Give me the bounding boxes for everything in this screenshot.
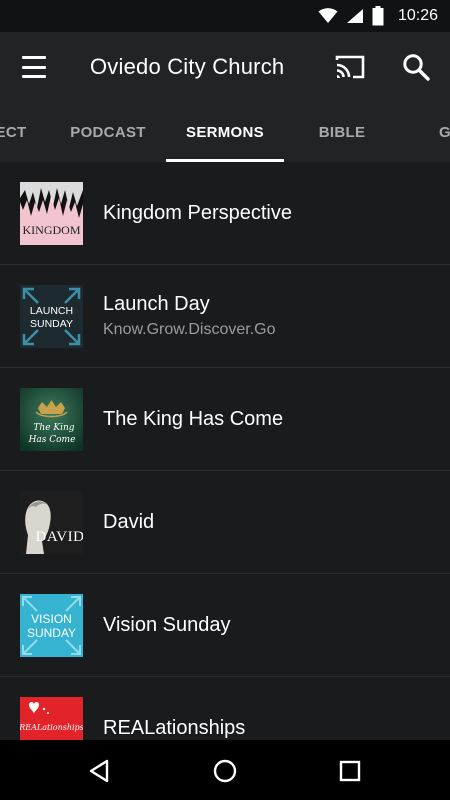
- sermon-artwork: VISION SUNDAY: [20, 593, 83, 657]
- tab-podcast[interactable]: PODCAST: [49, 102, 167, 162]
- svg-text:The King: The King: [33, 423, 74, 433]
- sermon-artwork: The King Has Come: [20, 387, 83, 451]
- app-title: Oviedo City Church: [90, 54, 285, 79]
- sermon-title: The King Has Come: [103, 407, 284, 430]
- artwork-text: KINGDOM: [23, 223, 81, 237]
- sermon-artwork: KINGDOM: [20, 181, 83, 245]
- status-bar: 10:26: [0, 0, 450, 32]
- tab-sermons[interactable]: SERMONS: [166, 102, 284, 162]
- navigation-bar: [0, 740, 450, 800]
- tab-bible[interactable]: BIBLE: [283, 102, 401, 162]
- sermon-subtitle: Know.Grow.Discover.Go: [103, 321, 276, 338]
- tab-bar: ECT PODCAST SERMONS BIBLE G: [0, 102, 450, 162]
- svg-text:DAVID: DAVID: [36, 529, 83, 545]
- svg-text:LAUNCH: LAUNCH: [30, 305, 73, 317]
- cast-icon[interactable]: [334, 52, 366, 82]
- svg-text:SUNDAY: SUNDAY: [27, 626, 76, 640]
- artwork-text: REALationships: [20, 723, 83, 732]
- list-item[interactable]: KINGDOM Kingdom Perspective: [0, 162, 450, 265]
- list-item[interactable]: LAUNCH SUNDAY Launch Day Know.Grow.Disco…: [0, 265, 450, 368]
- sermon-artwork: DAVID: [20, 490, 83, 554]
- hamburger-menu-icon[interactable]: [20, 54, 48, 80]
- list-item[interactable]: DAVID David: [0, 471, 450, 574]
- sermon-title: Kingdom Perspective: [103, 201, 292, 224]
- list-item[interactable]: The King Has Come The King Has Come: [0, 368, 450, 471]
- sermon-title: Vision Sunday: [103, 613, 231, 636]
- svg-text:Has Come: Has Come: [28, 435, 76, 445]
- battery-icon: [372, 6, 384, 26]
- wifi-icon: [318, 8, 338, 23]
- search-icon[interactable]: [401, 52, 431, 82]
- svg-text:VISION: VISION: [31, 612, 72, 626]
- sermon-artwork: REALationships: [20, 696, 83, 740]
- signal-icon: [346, 9, 363, 23]
- tab-g[interactable]: G: [386, 102, 450, 162]
- sermon-artwork: LAUNCH SUNDAY: [20, 284, 83, 348]
- sermon-title: Launch Day: [103, 293, 210, 315]
- svg-text:SUNDAY: SUNDAY: [30, 318, 73, 330]
- sermon-title: David: [103, 510, 155, 533]
- recents-icon[interactable]: [335, 756, 365, 786]
- status-time: 10:26: [397, 7, 438, 24]
- app-bar: Oviedo City Church: [0, 32, 450, 102]
- back-icon[interactable]: [85, 756, 115, 786]
- home-icon[interactable]: [210, 756, 240, 786]
- list-item[interactable]: VISION SUNDAY Vision Sunday: [0, 574, 450, 677]
- sermon-list: KINGDOM Kingdom Perspective LAUNCH SUNDA…: [0, 162, 450, 740]
- sermon-title: REALationships: [103, 716, 246, 739]
- list-item[interactable]: REALationships REALationships: [0, 677, 450, 740]
